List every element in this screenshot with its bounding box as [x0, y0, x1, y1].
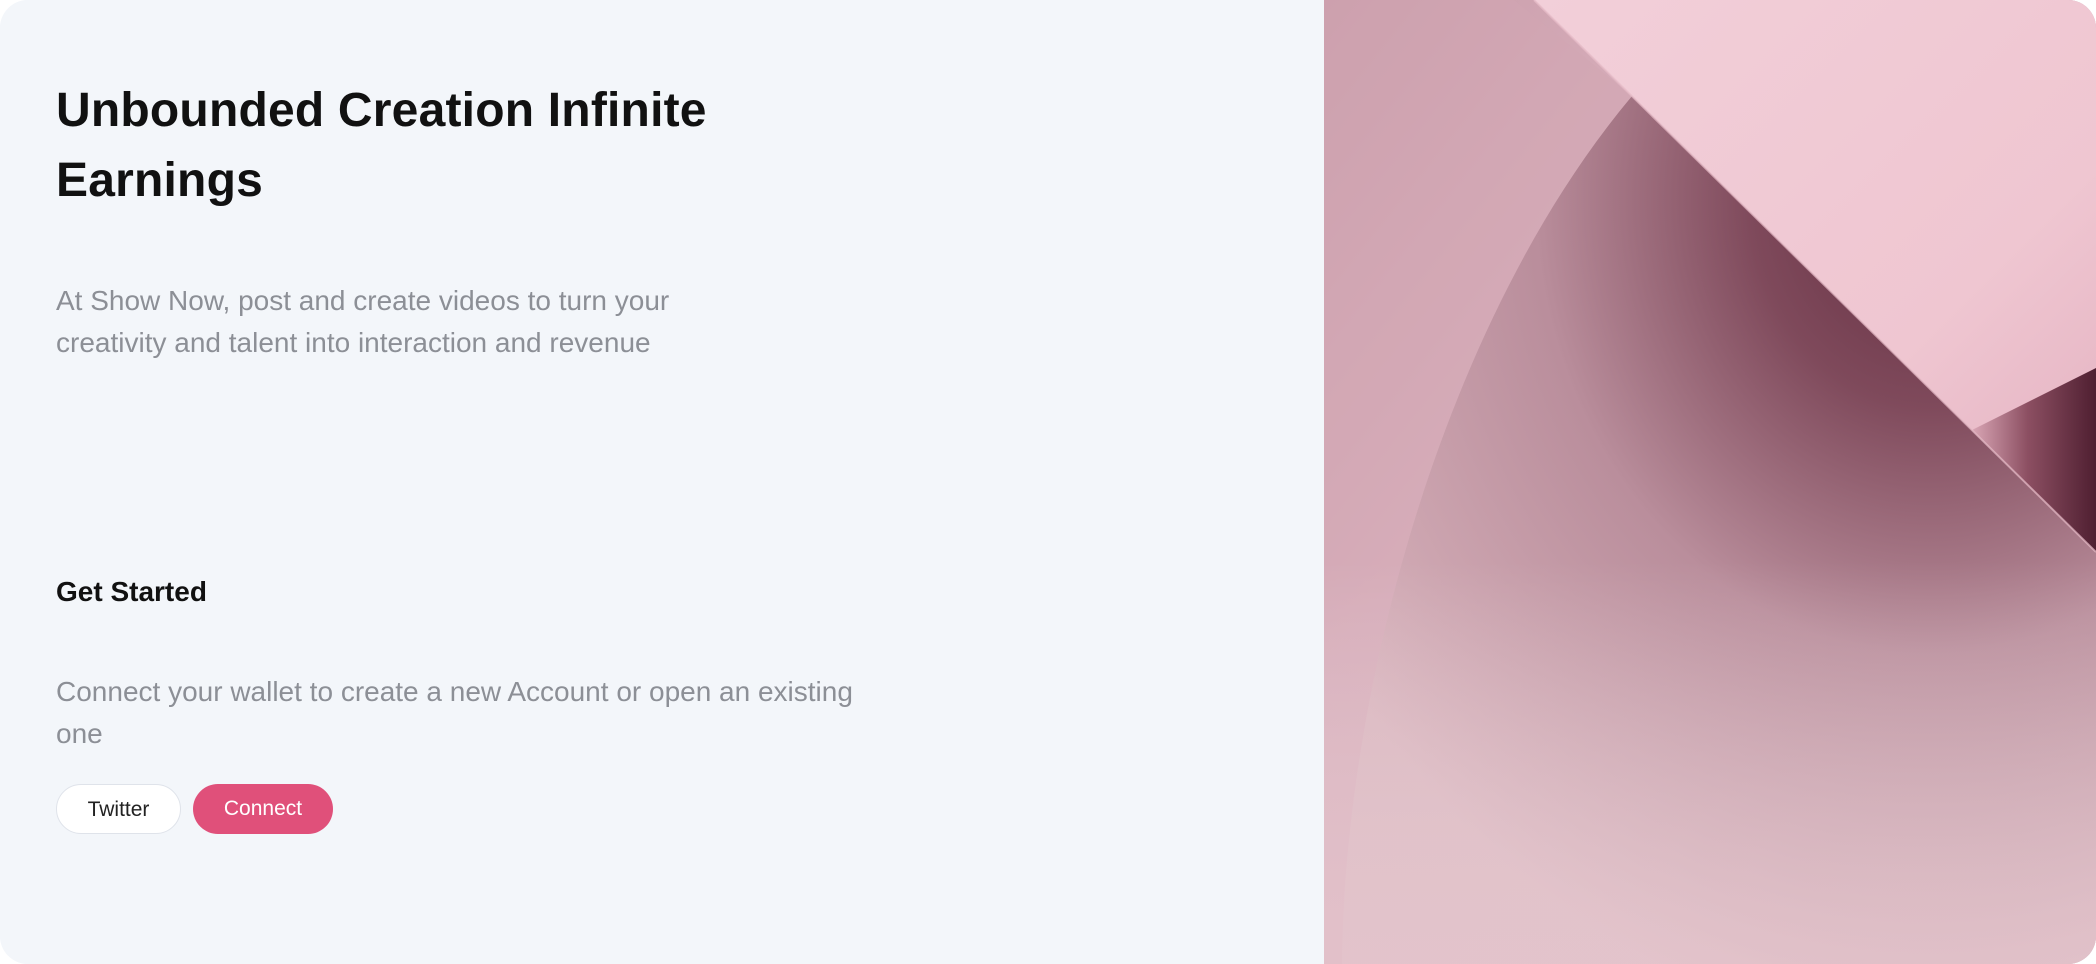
get-started-title: Get Started [56, 576, 207, 607]
intro-panel: Unbounded Creation Infinite Earnings At … [0, 0, 1324, 964]
get-started-description: Connect your wallet to create a new Acco… [56, 676, 853, 749]
connect-button[interactable]: Connect [193, 784, 333, 834]
twitter-button[interactable]: Twitter [56, 784, 181, 834]
landing-card: Unbounded Creation Infinite Earnings At … [0, 0, 2096, 964]
hero-title: Unbounded Creation Infinite Earnings [56, 84, 707, 207]
hero-subtitle: At Show Now, post and create videos to t… [56, 285, 670, 358]
abstract-pink-artwork [1324, 0, 2096, 964]
hero-artwork [1324, 0, 2096, 964]
